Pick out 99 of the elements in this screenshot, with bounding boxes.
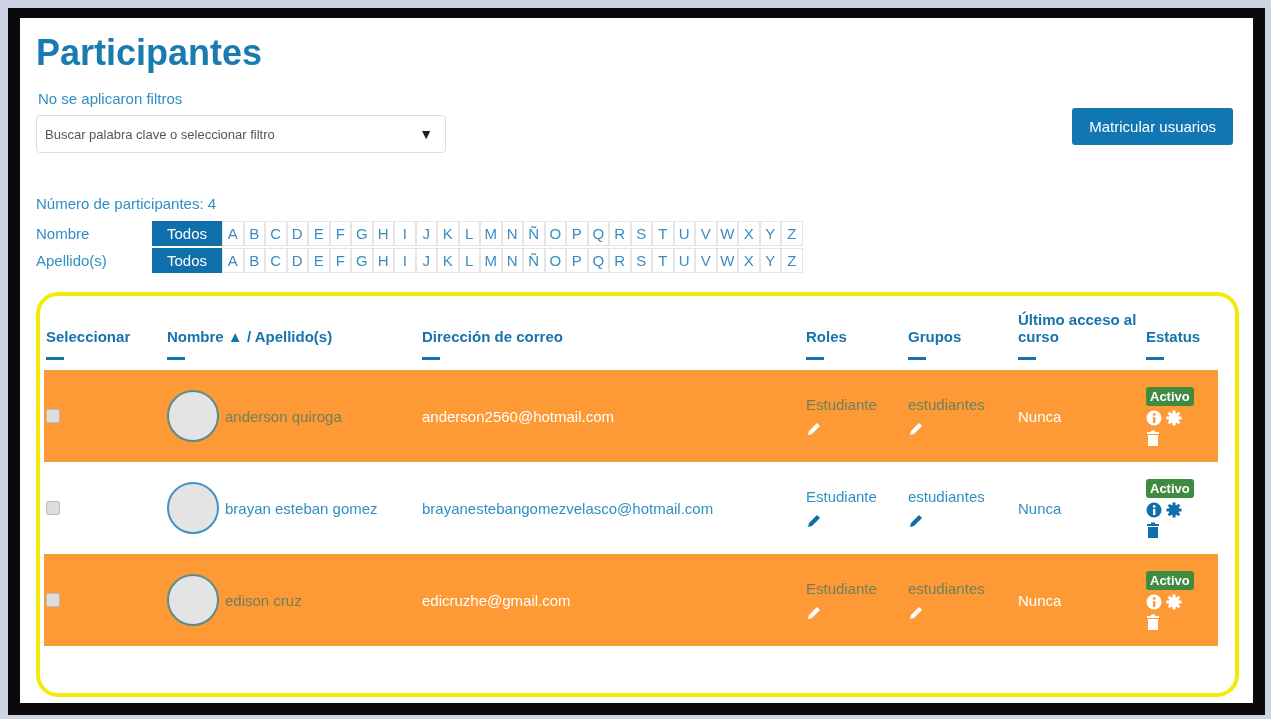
column-header[interactable]: Último acceso al curso [1016,302,1144,370]
initial-filter-link[interactable]: S [630,248,653,273]
initial-filter-link[interactable]: N [501,221,524,246]
pencil-icon[interactable] [806,512,822,529]
trash-icon[interactable] [1146,521,1160,538]
initial-filter-link[interactable]: E [308,248,330,273]
initial-filter-link[interactable]: X [738,221,760,246]
initial-filter-link[interactable]: Ñ [523,221,545,246]
enrol-users-button[interactable]: Matricular usuarios [1072,108,1233,145]
group-text: estudiantes [908,487,985,505]
initial-filter-link[interactable]: U [673,221,696,246]
email-text: edicruzhe@gmail.com [422,591,571,609]
participant-count: Número de participantes: 4 [36,195,218,212]
select-checkbox[interactable] [46,409,60,423]
initial-filter-link[interactable]: S [630,221,653,246]
group-text: estudiantes [908,579,985,597]
initial-filter-link[interactable]: Q [587,248,610,273]
last-access-text: Nunca [1018,499,1062,517]
initial-filter-link[interactable]: B [243,221,266,246]
initial-filter-link[interactable]: G [351,221,373,246]
last-access-text: Nunca [1018,407,1062,425]
initial-filter-link[interactable]: C [265,248,287,273]
initial-filter-link[interactable]: L [458,248,481,273]
initial-filter-link[interactable]: D [286,221,309,246]
column-header[interactable]: Nombre ▲ / Apellido(s) [165,302,420,370]
initial-filter-link[interactable]: J [415,248,438,273]
select-checkbox[interactable] [46,593,60,607]
initial-filter-link[interactable]: M [480,248,502,273]
column-header[interactable]: Seleccionar [44,302,165,370]
avatar-icon [167,482,219,534]
info-icon[interactable] [1146,501,1162,518]
initial-filter-link[interactable]: K [437,248,459,273]
initial-filter-link[interactable]: C [265,221,287,246]
initial-filter-link[interactable]: Ñ [523,248,545,273]
initial-filter-link[interactable]: X [738,248,760,273]
initial-filter-link[interactable]: F [329,221,352,246]
initial-filter-link[interactable]: N [501,248,524,273]
initial-filter-link[interactable]: U [673,248,696,273]
avatar-icon [167,390,219,442]
initial-filter-link[interactable]: A [222,248,244,273]
role-text: Estudiante [806,487,877,505]
user-name-link[interactable]: anderson quiroga [225,407,342,425]
settings-icon[interactable] [1166,501,1182,518]
initial-filter-link[interactable]: H [372,221,395,246]
initial-filter-link[interactable]: M [480,221,502,246]
initial-filter-link[interactable]: Z [781,248,803,273]
initial-filter-link[interactable]: Y [759,221,782,246]
initial-filter-link[interactable]: Y [759,248,782,273]
email-text: brayanestebangomezvelasco@hotmail.com [422,499,714,517]
initial-filter-link[interactable]: P [566,248,588,273]
initial-filter-link[interactable]: O [544,248,567,273]
column-header[interactable]: Dirección de correo [420,302,804,370]
initial-filter-link[interactable]: E [308,221,330,246]
page-title: Participantes [36,32,264,74]
column-header[interactable]: Estatus [1144,302,1218,370]
filter-select[interactable]: Buscar palabra clave o seleccionar filtro ▼ [36,115,446,153]
initial-filter-link[interactable]: Z [781,221,803,246]
initial-filter-link[interactable]: B [243,248,266,273]
initial-filter-link[interactable]: I [394,248,416,273]
status-badge: Activo [1146,478,1194,498]
initial-filter-link[interactable]: F [329,248,352,273]
user-name-link[interactable]: brayan esteban gomez [225,499,378,517]
initial-filter-link[interactable]: H [372,248,395,273]
initial-filter-link[interactable]: G [351,248,373,273]
initial-filter-link[interactable]: P [566,221,588,246]
status-badge: Activo [1146,386,1194,406]
initial-filter-link[interactable]: Q [587,221,610,246]
initial-filter-link[interactable]: J [415,221,438,246]
initial-filter-link[interactable]: A [222,221,244,246]
role-text: Estudiante [806,395,877,413]
avatar-icon [167,574,219,626]
initial-filter-link[interactable]: O [544,221,567,246]
column-header[interactable]: Grupos [906,302,1016,370]
initials-label: Nombre [36,225,91,242]
initial-filter-link[interactable]: Todos [152,248,223,273]
initial-filter-link[interactable]: W [716,248,739,273]
initial-filter-link[interactable]: R [609,221,631,246]
initial-filter-link[interactable]: V [695,221,717,246]
last-access-text: Nunca [1018,591,1062,609]
initial-filter-link[interactable]: L [458,221,481,246]
group-text: estudiantes [908,395,985,413]
initial-filter-link[interactable]: K [437,221,459,246]
column-header[interactable]: Roles [804,302,906,370]
user-name-link[interactable]: edison cruz [225,591,302,609]
initial-filter-link[interactable]: R [609,248,631,273]
select-checkbox[interactable] [46,501,60,515]
pencil-icon[interactable] [908,512,924,529]
initial-filter-link[interactable]: Todos [152,221,223,246]
initial-filter-link[interactable]: W [716,221,739,246]
role-text: Estudiante [806,579,877,597]
initial-filter-link[interactable]: I [394,221,416,246]
status-badge: Activo [1146,570,1194,590]
initials-label: Apellido(s) [36,252,108,269]
email-text: anderson2560@hotmail.com [422,407,614,425]
initial-filter-link[interactable]: D [286,248,309,273]
initial-filter-link[interactable]: T [652,221,674,246]
initial-filter-link[interactable]: T [652,248,674,273]
initial-filter-link[interactable]: V [695,248,717,273]
filter-status: No se aplicaron filtros [38,90,184,107]
